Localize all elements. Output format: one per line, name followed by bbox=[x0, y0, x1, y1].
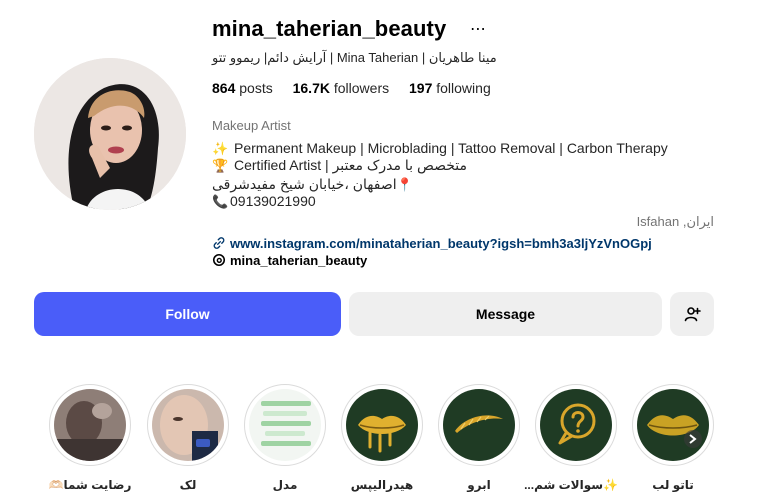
profile-location[interactable]: Isfahan ,ایران bbox=[637, 214, 714, 230]
highlight-label: هیدرالیپس bbox=[350, 478, 414, 492]
highlight-label: مدل bbox=[272, 478, 298, 492]
threads-icon bbox=[212, 253, 226, 267]
highlight-cover-photo bbox=[249, 389, 321, 461]
bio-text: Certified Artist | متخصص با مدرک معتبر bbox=[234, 157, 468, 173]
story-highlight[interactable]: مدل bbox=[243, 384, 327, 492]
follow-button[interactable]: Follow bbox=[34, 292, 341, 336]
following-stat[interactable]: 197 following bbox=[409, 80, 491, 96]
highlight-ring bbox=[341, 384, 423, 466]
profile-link[interactable]: www.instagram.com/minataherian_beauty?ig… bbox=[212, 236, 652, 251]
profile-full-name: مینا طاهریان | Mina Taherian | آرایش دائ… bbox=[212, 50, 497, 65]
bio-line-4: 📞 09139021990 bbox=[212, 193, 316, 210]
posts-stat: 864 posts bbox=[212, 80, 273, 96]
trophy-icon: 🏆 bbox=[212, 158, 229, 173]
phone-icon: 📞 bbox=[212, 194, 229, 209]
pin-icon: 📍 bbox=[396, 177, 413, 192]
highlight-ring bbox=[49, 384, 131, 466]
message-button[interactable]: Message bbox=[349, 292, 662, 336]
person-add-icon bbox=[684, 307, 701, 322]
bio-text: اصفهان ،خیابان شیخ مفیدشرقی bbox=[212, 176, 397, 192]
profile-stats: 864 posts 16.7K followers 197 following bbox=[212, 80, 507, 96]
add-user-button[interactable] bbox=[670, 292, 714, 336]
posts-count: 864 bbox=[212, 80, 236, 96]
highlight-ring bbox=[147, 384, 229, 466]
story-highlight[interactable]: رضایت شما🫶🏻 bbox=[48, 384, 132, 492]
bio-line-2: 🏆 Certified Artist | متخصص با مدرک معتبر bbox=[212, 157, 467, 174]
followers-label: followers bbox=[333, 80, 390, 96]
followers-count: 16.7K bbox=[292, 80, 330, 96]
profile-username: mina_taherian_beauty bbox=[212, 16, 447, 41]
highlight-cover-photo bbox=[152, 389, 224, 461]
highlight-ring bbox=[632, 384, 714, 466]
bio-text: 09139021990 bbox=[230, 193, 316, 209]
profile-category: Makeup Artist bbox=[212, 118, 291, 133]
highlight-label: ✨سوالات شم... bbox=[524, 478, 618, 492]
highlight-label: رضایت شما🫶🏻 bbox=[48, 478, 132, 492]
posts-label: posts bbox=[239, 80, 273, 96]
highlight-label: لک bbox=[179, 478, 197, 492]
threads-handle[interactable]: mina_taherian_beauty bbox=[230, 253, 367, 268]
following-label: following bbox=[436, 80, 491, 96]
highlight-label: ابرو bbox=[467, 478, 491, 492]
highlight-cover-photo bbox=[54, 389, 126, 461]
threads-link[interactable]: mina_taherian_beauty bbox=[212, 253, 367, 268]
followers-stat[interactable]: 16.7K followers bbox=[293, 80, 390, 96]
bio-text: Permanent Makeup | Microblading | Tattoo… bbox=[234, 140, 668, 156]
highlight-label: تاتو لب bbox=[652, 478, 694, 492]
question-bubble-icon bbox=[540, 389, 612, 461]
story-highlight[interactable]: تاتو لب bbox=[631, 384, 715, 492]
highlight-ring bbox=[535, 384, 617, 466]
highlight-ring bbox=[244, 384, 326, 466]
link-text[interactable]: www.instagram.com/minataherian_beauty?ig… bbox=[230, 236, 652, 251]
bio-line-3: اصفهان ،خیابان شیخ مفیدشرقی📍 bbox=[212, 176, 419, 193]
lips-print-icon bbox=[637, 389, 709, 461]
story-highlight[interactable]: لک bbox=[146, 384, 230, 492]
story-highlight[interactable]: ✨سوالات شم... bbox=[524, 384, 618, 492]
eyebrow-gold-icon bbox=[443, 389, 515, 461]
sparkles-icon: ✨ bbox=[212, 141, 229, 156]
story-highlight[interactable]: ابرو bbox=[437, 384, 521, 492]
profile-avatar[interactable] bbox=[34, 58, 186, 210]
link-icon bbox=[213, 237, 225, 249]
lips-gold-icon bbox=[346, 389, 418, 461]
following-count: 197 bbox=[409, 80, 433, 96]
story-highlight[interactable]: هیدرالیپس bbox=[340, 384, 424, 492]
more-horizontal-icon[interactable]: ⋯ bbox=[470, 20, 486, 40]
highlight-ring bbox=[438, 384, 520, 466]
bio-line-1: ✨ Permanent Makeup | Microblading | Tatto… bbox=[212, 140, 668, 157]
